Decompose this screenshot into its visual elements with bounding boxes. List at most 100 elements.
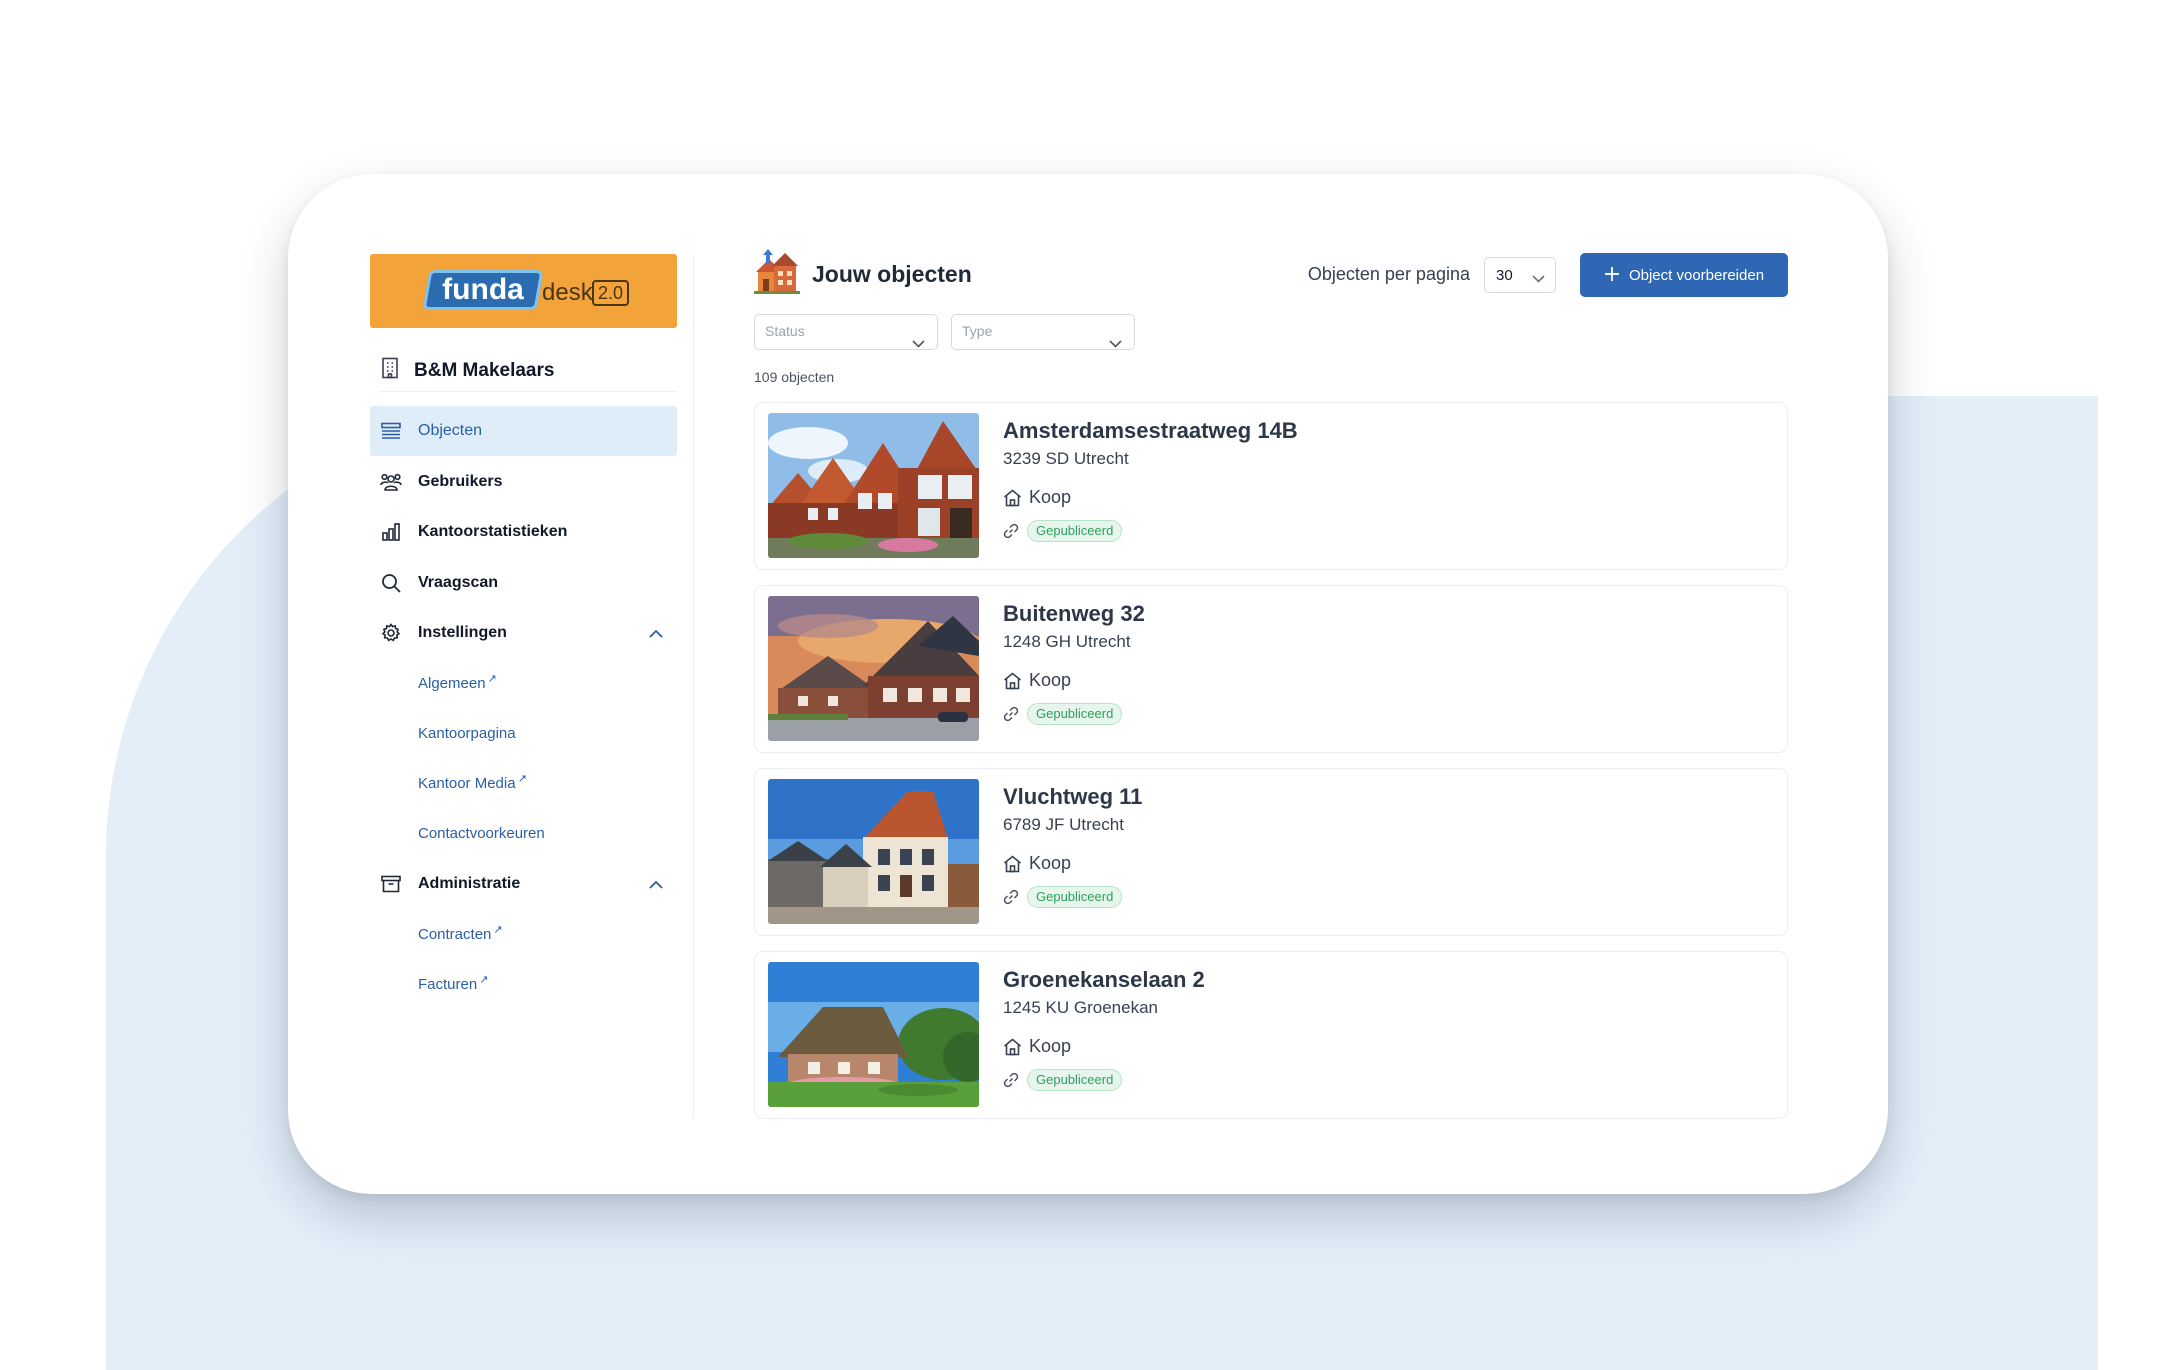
listing-type-label: Koop xyxy=(1029,1036,1072,1056)
house-icon xyxy=(1003,854,1022,873)
building-icon xyxy=(380,357,400,384)
property-photo[interactable] xyxy=(768,962,979,1107)
nav-sub-label: Kantoor Media xyxy=(418,775,516,792)
house-icon xyxy=(1003,1037,1022,1056)
nav-sub-label: Kantoorpagina xyxy=(418,725,516,742)
list-item[interactable]: Groenekanselaan 2 1245 KU Groenekan Koop… xyxy=(754,951,1788,1119)
per-page-label: Objecten per pagina xyxy=(1307,264,1470,284)
link-icon[interactable] xyxy=(1003,523,1019,539)
nav-item-vraagscan[interactable]: Vraagscan xyxy=(370,558,677,608)
external-link-icon: ↗ xyxy=(493,923,503,936)
property-photo[interactable] xyxy=(768,596,979,741)
nav-label: Instellingen xyxy=(418,624,507,641)
listing-type-label: Koop xyxy=(1029,670,1072,690)
nav-label: Kantoorstatistieken xyxy=(418,523,568,540)
external-link-icon: ↗ xyxy=(487,673,497,685)
object-list: Amsterdamsestraatweg 14B 3239 SD Utrecht… xyxy=(754,402,1788,1134)
nav-sub-label: Contactvoorkeuren xyxy=(418,825,545,842)
main-content: Jouw objecten Objecten per pagina 30 Obj… xyxy=(754,248,1788,1130)
bar-chart-icon xyxy=(380,521,402,543)
search-icon xyxy=(380,572,402,594)
nav-item-administratie[interactable]: Administratie xyxy=(370,859,677,909)
listing-status: Gepubliceerd xyxy=(1003,1069,1205,1091)
nav-item-instellingen[interactable]: Instellingen xyxy=(370,608,677,658)
listing-status: Gepubliceerd xyxy=(1003,520,1298,542)
users-icon xyxy=(380,471,402,493)
page-header: Jouw objecten xyxy=(754,248,972,300)
listing-type-label: Koop xyxy=(1029,853,1072,873)
chevron-down-icon xyxy=(1532,270,1545,287)
nav-item-objecten[interactable]: Objecten xyxy=(370,406,677,456)
listing-info: Groenekanselaan 2 1245 KU Groenekan Koop… xyxy=(1003,966,1205,1091)
main-navigation: Objecten Gebruikers Kantoorstatistieken … xyxy=(370,406,677,1009)
status-badge: Gepubliceerd xyxy=(1027,1069,1123,1091)
list-item[interactable]: Vluchtweg 11 6789 JF Utrecht Koop Gepubl… xyxy=(754,768,1788,936)
nav-sub-contracten[interactable]: Contracten ↗ xyxy=(370,909,677,959)
listing-street[interactable]: Vluchtweg 11 xyxy=(1003,783,1142,811)
property-photo[interactable] xyxy=(768,413,979,558)
app-window: funda desk 2.0 B&M Makelaars Objecten Ge… xyxy=(288,174,1888,1194)
nav-item-gebruikers[interactable]: Gebruikers xyxy=(370,457,677,507)
type-filter-placeholder: Type xyxy=(962,323,993,339)
nav-label: Vraagscan xyxy=(418,573,499,591)
listing-street[interactable]: Amsterdamsestraatweg 14B xyxy=(1003,417,1298,445)
page-title: Jouw objecten xyxy=(812,260,972,287)
listing-type: Koop xyxy=(1003,670,1145,691)
nav-sub-label: Facturen xyxy=(418,975,478,993)
nav-sub-kantoor-media[interactable]: Kantoor Media ↗ xyxy=(370,759,677,809)
listing-street[interactable]: Groenekanselaan 2 xyxy=(1003,966,1205,994)
listing-info: Buitenweg 32 1248 GH Utrecht Koop Gepubl… xyxy=(1003,600,1145,725)
nav-sub-facturen[interactable]: Facturen ↗ xyxy=(370,959,677,1009)
listing-type: Koop xyxy=(1003,487,1298,508)
nav-sub-kantoorpagina[interactable]: Kantoorpagina xyxy=(370,709,677,759)
external-link-icon: ↗ xyxy=(517,773,527,785)
listing-type: Koop xyxy=(1003,1036,1205,1057)
list-icon xyxy=(380,420,402,442)
link-icon[interactable] xyxy=(1003,1072,1019,1088)
type-filter[interactable]: Type xyxy=(951,314,1135,350)
house-icon xyxy=(1003,671,1022,690)
sidebar: funda desk 2.0 B&M Makelaars Objecten Ge… xyxy=(370,254,694,1119)
archive-icon xyxy=(380,873,402,895)
nav-label: Objecten xyxy=(418,422,483,439)
list-item[interactable]: Buitenweg 32 1248 GH Utrecht Koop Gepubl… xyxy=(754,585,1788,753)
nav-label: Gebruikers xyxy=(418,472,503,490)
listing-postcode: 1248 GH Utrecht xyxy=(1003,632,1131,651)
listing-info: Vluchtweg 11 6789 JF Utrecht Koop Gepubl… xyxy=(1003,783,1142,908)
listing-status: Gepubliceerd xyxy=(1003,703,1145,725)
status-badge: Gepubliceerd xyxy=(1027,703,1123,725)
chevron-up-icon[interactable] xyxy=(649,625,663,643)
nav-sub-contactvoorkeuren[interactable]: Contactvoorkeuren xyxy=(370,809,677,859)
listing-street[interactable]: Buitenweg 32 xyxy=(1003,600,1145,628)
nav-label: Administratie xyxy=(418,874,521,892)
per-page-select[interactable]: 30 xyxy=(1484,257,1556,293)
list-item[interactable]: Amsterdamsestraatweg 14B 3239 SD Utrecht… xyxy=(754,402,1788,570)
organization-name: B&M Makelaars xyxy=(414,359,555,381)
nav-sub-label: Algemeen xyxy=(418,675,486,692)
funda-desk-logo[interactable]: funda desk 2.0 xyxy=(370,254,677,328)
listing-postcode: 6789 JF Utrecht xyxy=(1003,815,1124,834)
chevron-up-icon[interactable] xyxy=(649,876,663,894)
plus-icon xyxy=(1604,265,1620,285)
link-icon[interactable] xyxy=(1003,706,1019,722)
houses-illustration-icon xyxy=(754,248,800,300)
logo-version-badge: 2.0 xyxy=(592,280,630,306)
listing-type: Koop xyxy=(1003,853,1142,874)
status-badge: Gepubliceerd xyxy=(1027,520,1123,542)
property-photo[interactable] xyxy=(768,779,979,924)
status-filter[interactable]: Status xyxy=(754,314,938,350)
gear-icon xyxy=(380,622,402,644)
nav-sub-algemeen[interactable]: Algemeen ↗ xyxy=(370,659,677,709)
nav-item-kantoorstatistieken[interactable]: Kantoorstatistieken xyxy=(370,507,677,557)
chevron-down-icon xyxy=(912,327,925,360)
listing-postcode: 1245 KU Groenekan xyxy=(1003,998,1158,1017)
house-icon xyxy=(1003,488,1022,507)
link-icon[interactable] xyxy=(1003,889,1019,905)
results-count: 109 objecten xyxy=(754,369,835,385)
funda-logo-mark: funda xyxy=(422,270,544,310)
filter-bar: Status Type xyxy=(754,314,1135,350)
per-page-value: 30 xyxy=(1496,266,1513,284)
nav-sub-label: Contracten xyxy=(418,925,492,943)
prepare-object-button[interactable]: Object voorbereiden xyxy=(1580,253,1788,297)
status-filter-placeholder: Status xyxy=(765,323,805,339)
